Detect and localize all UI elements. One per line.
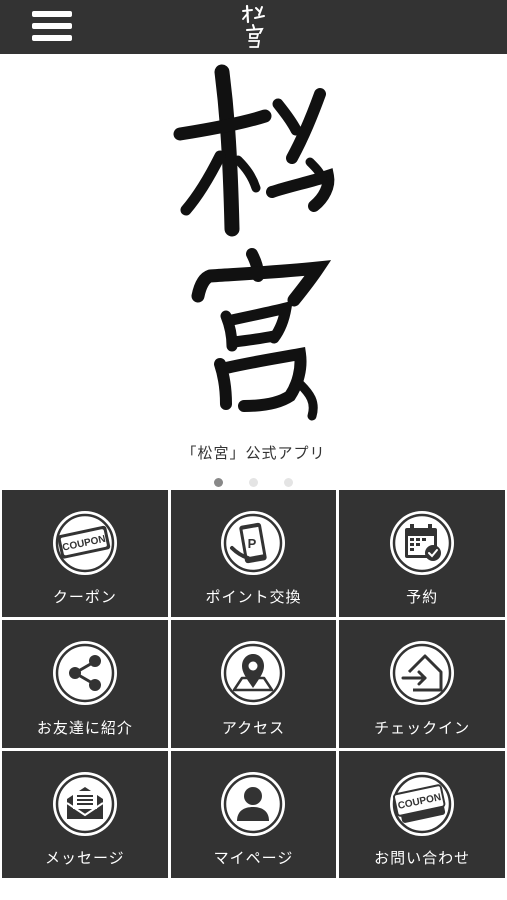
hamburger-menu-icon[interactable]	[28, 8, 76, 46]
user-icon	[221, 771, 286, 836]
menu-tile-message[interactable]: メッセージ	[2, 750, 168, 878]
menu-tile-coupon[interactable]: COUPON クーポン	[2, 490, 168, 618]
tile-label: チェックイン	[374, 718, 471, 737]
share-icon	[52, 641, 117, 706]
hero-caption: 「松宮」公式アプリ	[181, 444, 326, 462]
menu-tile-point-exchange[interactable]: P ポイント交換	[170, 490, 337, 618]
tile-label: 予約	[406, 588, 439, 607]
menu-tile-checkin[interactable]: チェックイン	[339, 620, 505, 748]
header-logo	[242, 4, 265, 48]
point-exchange-icon: P	[221, 511, 286, 575]
menu-tile-contact[interactable]: COUPON お問い合わせ	[339, 750, 505, 878]
menu-tile-access[interactable]: アクセス	[170, 620, 337, 748]
carousel-indicator	[0, 472, 507, 487]
tile-label: アクセス	[221, 718, 286, 737]
svg-text:P: P	[248, 536, 257, 551]
menu-tile-refer-friend[interactable]: お友達に紹介	[2, 620, 168, 748]
calendar-check-icon	[390, 511, 455, 575]
carousel-dot-2[interactable]	[249, 478, 258, 487]
coupon-icon: COUPON	[52, 511, 117, 575]
hero-banner: 「松宮」公式アプリ	[0, 54, 507, 490]
menu-tile-reservation[interactable]: 予約	[339, 490, 505, 618]
map-pin-icon	[221, 641, 286, 706]
carousel-dot-3[interactable]	[284, 478, 293, 487]
tile-label: メッセージ	[44, 849, 125, 867]
hero-logo-calligraphy	[173, 64, 335, 421]
top-bar	[0, 0, 507, 54]
tile-label: マイページ	[213, 849, 294, 867]
message-icon	[52, 771, 117, 836]
contact-coupon-icon: COUPON	[390, 771, 455, 836]
checkin-icon	[390, 641, 455, 706]
carousel-dot-1[interactable]	[214, 478, 223, 487]
tile-label: お友達に紹介	[36, 718, 133, 737]
tile-label: クーポン	[52, 588, 117, 607]
tile-label: お問い合わせ	[374, 849, 471, 867]
menu-tile-mypage[interactable]: マイページ	[170, 750, 337, 878]
tile-label: ポイント交換	[205, 588, 302, 607]
menu-grid: COUPON クーポン P ポイント交換 予約 お友達に紹介 アクセス チェック…	[0, 490, 507, 878]
